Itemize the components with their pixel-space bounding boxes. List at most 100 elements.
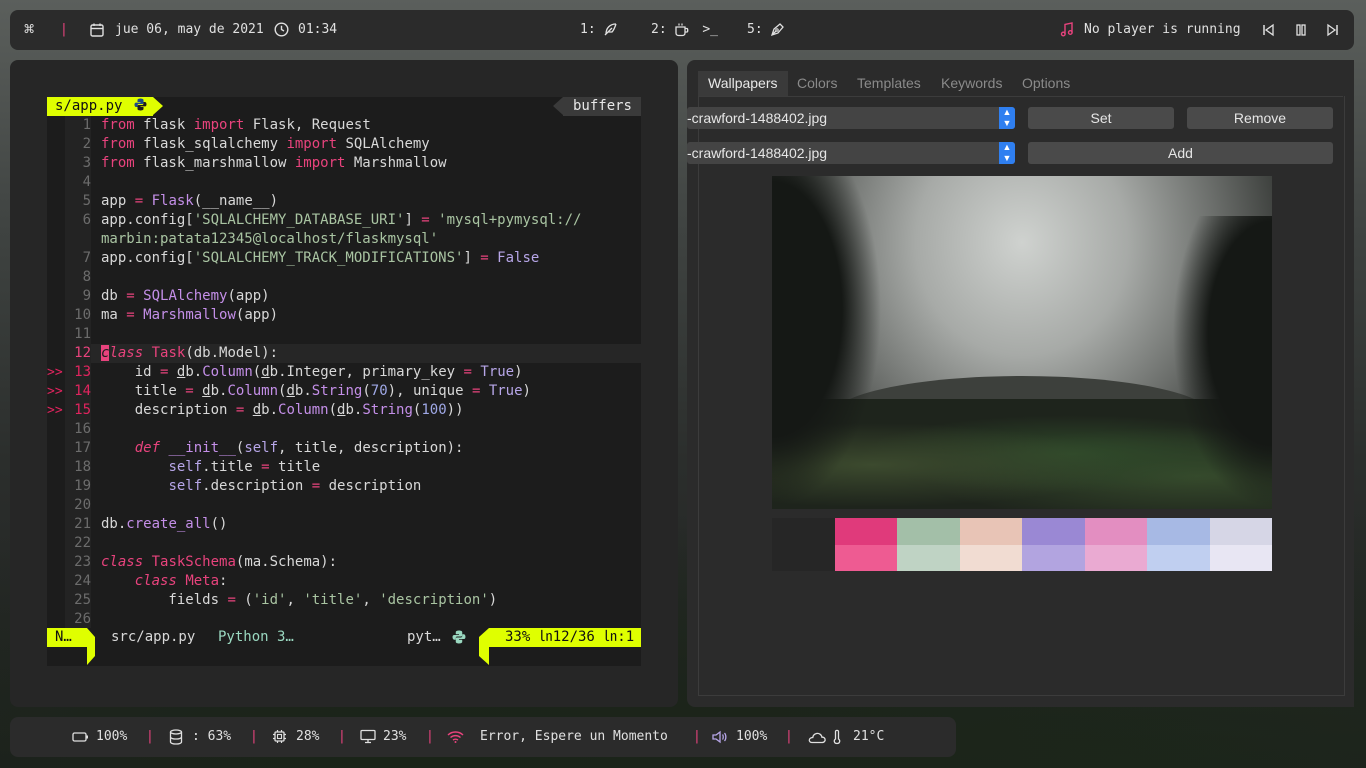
clock-icon (274, 10, 289, 50)
temperature-value: 21°C (853, 729, 885, 744)
color-swatch[interactable] (959, 544, 1022, 571)
code-line: >> 15 description = db.Column(db.String(1… (47, 401, 464, 420)
buffers-tab[interactable]: buffers (552, 97, 641, 116)
code-line: 8 (47, 268, 641, 287)
feather-icon (605, 23, 618, 36)
previous-track-icon[interactable] (1261, 10, 1275, 50)
code-line: 17 def __init__(self, title, description… (47, 439, 641, 458)
code-line: 4 (47, 173, 641, 192)
color-swatch[interactable] (1209, 544, 1272, 571)
cursor-position: 33% ㏑12/36 ㏑:1 (489, 628, 641, 647)
code-line: >> 13 id = db.Column(db.Integer, primary_… (47, 363, 523, 382)
workspace-1[interactable]: 1: (580, 10, 618, 50)
code-line: 25 fields = ('id', 'title', 'description… (47, 591, 641, 610)
status-filetype: Python 3… (218, 629, 294, 645)
color-swatch[interactable] (1147, 544, 1210, 571)
workspace-2[interactable]: 2: >_ (651, 10, 718, 50)
cpu-value: 28% (296, 729, 320, 744)
thermometer-icon (832, 717, 842, 757)
mode-indicator: N… (47, 628, 87, 647)
cloud-icon (807, 717, 827, 757)
workspace-1-label: 1: (580, 22, 596, 37)
workspace-2-label: 2: (651, 22, 667, 37)
color-swatch[interactable] (1209, 518, 1272, 545)
code-line: 20 (47, 496, 641, 515)
updown-arrows-icon: ▲ ▼ (999, 142, 1015, 164)
top-bar: ⌘ | jue 06, may de 2021 01:34 1: 2: >_ 5… (10, 10, 1354, 50)
wallpaper-settings-window: Wallpapers Colors Templates Keywords Opt… (687, 60, 1354, 707)
code-lines: 1 from flask import Flask, Request 2 from … (47, 116, 641, 629)
wallpaper-select[interactable]: -crawford-1488402.jpg ▲ ▼ (687, 107, 1015, 129)
terminal-icon: >_ (702, 22, 718, 37)
color-swatch[interactable] (897, 544, 960, 571)
color-swatch[interactable] (772, 544, 835, 571)
memory-value: 23% (383, 729, 407, 744)
python-icon (452, 630, 466, 649)
color-swatch[interactable] (1084, 518, 1147, 545)
color-swatch[interactable] (1084, 544, 1147, 571)
updown-arrows-icon: ▲ ▼ (999, 107, 1015, 129)
color-swatch[interactable] (1022, 518, 1085, 545)
code-line: >> 14 title = db.Column(db.String(70), un… (47, 382, 531, 401)
code-line: 16 (47, 420, 641, 439)
python-icon (134, 98, 147, 111)
separator: | (250, 729, 258, 744)
code-line: 10 ma = Marshmallow(app) (47, 306, 641, 325)
color-swatch[interactable] (834, 518, 897, 545)
code-line-current: 12 class Task(db.Model): (47, 344, 641, 363)
code-line: 24 class Meta: (47, 572, 641, 591)
player-status: No player is running (1084, 22, 1241, 37)
separator: | (146, 729, 154, 744)
code-line: 6 app.config['SQLALCHEMY_DATABASE_URI'] =… (47, 211, 641, 230)
separator: | (785, 729, 793, 744)
color-swatch[interactable] (1147, 518, 1210, 545)
code-line: 23 class TaskSchema(ma.Schema): (47, 553, 641, 572)
status-filename: src/app.py (111, 629, 196, 645)
code-line: marbin:patata12345@localhost/flaskmysql' (47, 230, 641, 249)
code-line: 3 from flask_marshmallow import Marshmall… (47, 154, 641, 173)
launcher-icon[interactable]: ⌘ (24, 10, 34, 50)
tab-keywords[interactable]: Keywords (941, 71, 1002, 96)
tab-templates[interactable]: Templates (857, 71, 921, 96)
code-line: 19 self.description = description (47, 477, 641, 496)
code-line: 18 self.title = title (47, 458, 641, 477)
music-note-icon (1060, 10, 1074, 50)
code-line: 21 db.create_all() (47, 515, 641, 534)
wallpaper-add-select-value: -crawford-1488402.jpg (687, 145, 828, 161)
pause-icon[interactable] (1294, 10, 1308, 50)
network-status: Error, Espere un Momento (480, 729, 668, 744)
bottom-bar: 100% | : 63% | 28% | 23% | Error, Espere… (10, 717, 956, 757)
database-icon (169, 717, 183, 757)
tab-wallpapers[interactable]: Wallpapers (698, 71, 788, 96)
file-tab[interactable]: s/app.py (47, 97, 163, 116)
add-button[interactable]: Add (1028, 142, 1333, 164)
separator: | (693, 729, 701, 744)
wallpaper-add-select[interactable]: -crawford-1488402.jpg ▲ ▼ (687, 142, 1015, 164)
code-line: 11 (47, 325, 641, 344)
file-tab-label: s/app.py (55, 98, 123, 114)
code-line: 9 db = SQLAlchemy(app) (47, 287, 641, 306)
workspace-5[interactable]: 5: (747, 10, 785, 50)
cpu-icon (272, 717, 287, 757)
wallpaper-preview (772, 176, 1272, 509)
separator: | (60, 22, 68, 37)
color-swatch[interactable] (897, 518, 960, 545)
code-editor[interactable]: s/app.py buffers 1 from flask import Flas… (47, 97, 641, 666)
set-button[interactable]: Set (1028, 107, 1174, 129)
next-track-icon[interactable] (1326, 10, 1340, 50)
wifi-icon (447, 717, 464, 757)
code-line: 2 from flask_sqlalchemy import SQLAlchemy (47, 135, 641, 154)
color-swatch[interactable] (834, 544, 897, 571)
status-line: N… src/app.py Python 3… pyt… 33% ㏑12/36 … (47, 628, 641, 665)
volume-value: 100% (736, 729, 768, 744)
time-label: 01:34 (298, 22, 338, 37)
color-swatch[interactable] (772, 518, 835, 545)
color-swatch[interactable] (959, 518, 1022, 545)
color-swatch[interactable] (1022, 544, 1085, 571)
code-line: 26 (47, 610, 641, 629)
tab-options[interactable]: Options (1022, 71, 1070, 96)
separator: | (426, 729, 434, 744)
tab-colors[interactable]: Colors (797, 71, 837, 96)
remove-button[interactable]: Remove (1187, 107, 1333, 129)
battery-value: 100% (96, 729, 128, 744)
